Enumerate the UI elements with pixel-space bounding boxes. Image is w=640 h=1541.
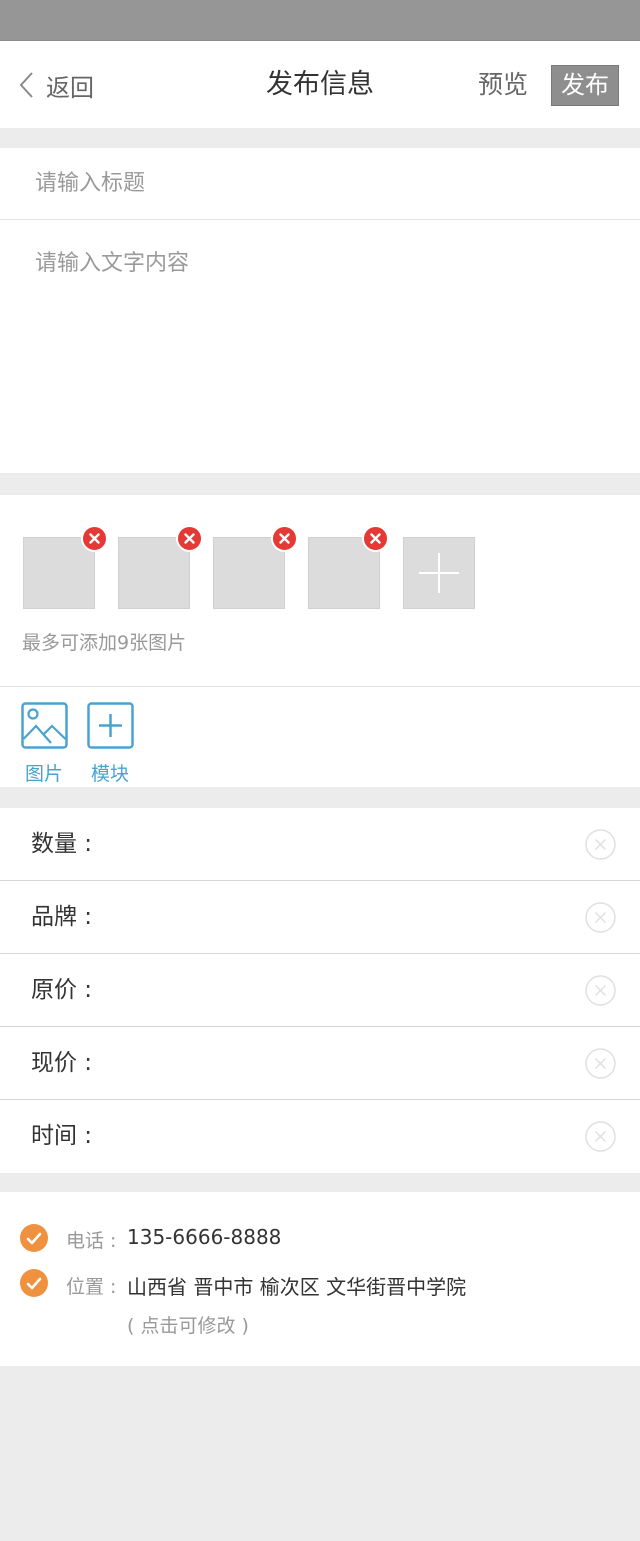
image-limit-hint: 最多可添加9张图片 — [22, 632, 187, 654]
preview-button[interactable]: 预览 — [478, 63, 528, 107]
original-price-input[interactable] — [110, 968, 574, 1014]
delete-image-button[interactable] — [176, 525, 203, 552]
field-label: 现价 : — [31, 1050, 93, 1076]
close-icon — [89, 529, 100, 548]
field-label: 品牌 : — [31, 904, 93, 930]
picture-label: 图片 — [24, 763, 63, 785]
field-row-time: 时间 : — [0, 1100, 640, 1173]
field-row-brand: 品牌 : — [0, 881, 640, 954]
field-label: 数量 : — [31, 831, 93, 857]
time-input[interactable] — [110, 1114, 574, 1160]
clear-icon[interactable] — [585, 1048, 616, 1079]
images-panel: 最多可添加9张图片 图片 模块 — [0, 495, 640, 787]
clear-icon[interactable] — [585, 1121, 616, 1152]
edit-location-link[interactable]: ( 点击可修改 ) — [127, 1311, 249, 1338]
status-bar — [0, 0, 640, 40]
module-label: 模块 — [90, 763, 129, 785]
checkmark-icon[interactable] — [20, 1224, 48, 1252]
clear-icon[interactable] — [585, 902, 616, 933]
back-label: 返回 — [46, 73, 94, 102]
field-label: 时间 : — [31, 1123, 93, 1149]
close-icon — [184, 529, 195, 548]
add-module-icon — [86, 702, 134, 753]
delete-image-button[interactable] — [362, 525, 389, 552]
field-label: 原价 : — [31, 977, 93, 1003]
checkmark-icon[interactable] — [20, 1269, 48, 1297]
nav-bar: 返回 发布信息 预览 发布 — [0, 40, 640, 128]
current-price-input[interactable] — [110, 1041, 574, 1087]
field-list: 数量 : 品牌 : 原价 : 现价 : 时间 : — [0, 808, 640, 1173]
page-title: 发布信息 — [266, 69, 374, 100]
image-icon — [20, 702, 68, 753]
back-button[interactable]: 返回 — [18, 63, 94, 107]
field-row-original-price: 原价 : — [0, 954, 640, 1027]
field-row-current-price: 现价 : — [0, 1027, 640, 1100]
location-value: 山西省 晋中市 榆次区 文华街晋中学院 — [127, 1275, 467, 1299]
divider — [0, 686, 640, 687]
insert-module-button[interactable]: 模块 — [85, 702, 135, 786]
quantity-input[interactable] — [110, 822, 574, 868]
content-input[interactable] — [0, 221, 640, 473]
phone-label: 电话 : — [66, 1230, 117, 1252]
clear-icon[interactable] — [585, 829, 616, 860]
publish-button[interactable]: 发布 — [551, 65, 619, 106]
phone-value: 135-6666-8888 — [127, 1225, 282, 1249]
insert-picture-button[interactable]: 图片 — [19, 702, 69, 786]
plus-icon — [404, 553, 474, 612]
title-input[interactable] — [0, 148, 640, 220]
add-image-button[interactable] — [403, 537, 475, 609]
delete-image-button[interactable] — [81, 525, 108, 552]
location-label: 位置 : — [66, 1276, 117, 1298]
field-row-quantity: 数量 : — [0, 808, 640, 881]
delete-image-button[interactable] — [271, 525, 298, 552]
contact-panel: 电话 : 135-6666-8888 位置 : 山西省 晋中市 榆次区 文华街晋… — [0, 1192, 640, 1366]
clear-icon[interactable] — [585, 975, 616, 1006]
brand-input[interactable] — [110, 895, 574, 941]
close-icon — [279, 529, 290, 548]
chevron-left-icon — [18, 71, 34, 99]
compose-panel — [0, 148, 640, 473]
close-icon — [370, 529, 381, 548]
